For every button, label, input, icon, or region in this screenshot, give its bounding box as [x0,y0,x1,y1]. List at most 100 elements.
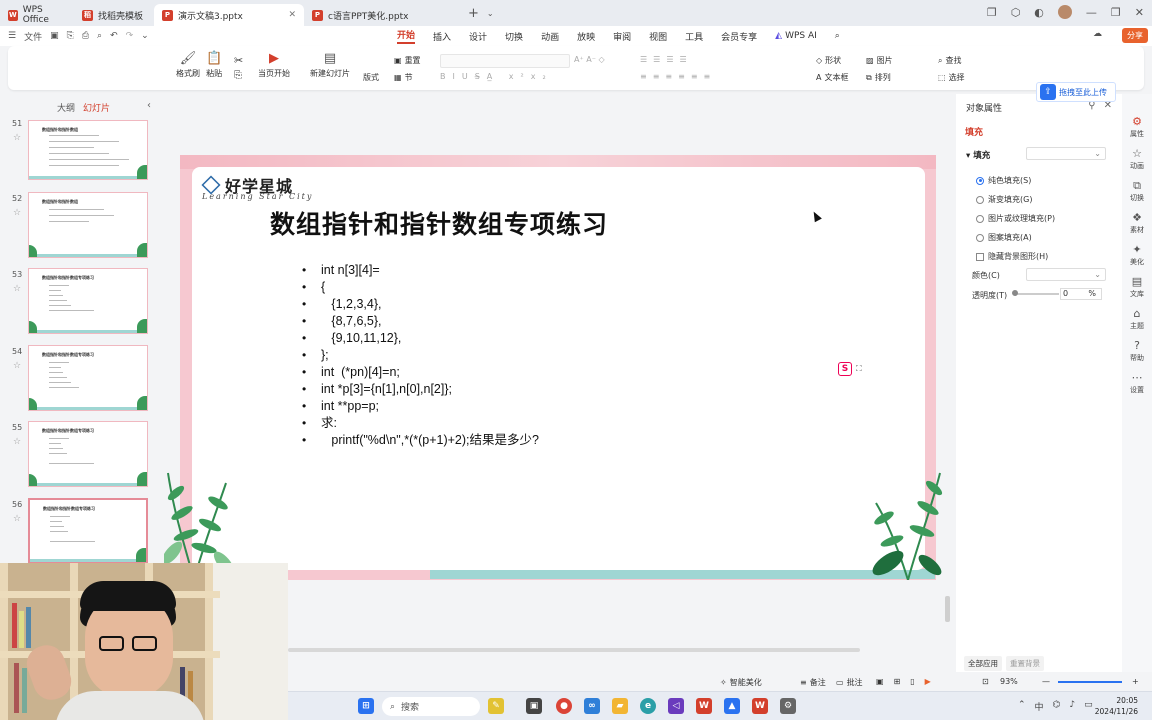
tab-outline[interactable]: 大纲 [57,101,75,114]
tab-fill[interactable]: 填充 [965,125,983,138]
edge-icon[interactable]: e [640,698,656,714]
view-mode-buttons[interactable]: ▣ ⊞ ▯ ▶ [876,677,931,686]
fill-type-dropdown[interactable]: ⌄ [1026,147,1106,160]
star-icon[interactable]: ☆ [13,208,21,218]
save-icon[interactable]: ▣ [50,31,59,41]
textbox-button[interactable]: A 文本框 [816,72,848,83]
arrange-button[interactable]: ⧉ 排列 [866,72,891,83]
star-icon[interactable]: ☆ [13,361,21,371]
shape-button[interactable]: ◇ 形状 [816,55,841,66]
zoom-level[interactable]: 93% [1000,677,1018,686]
drag-upload-button[interactable]: ⇪ 拖拽至此上传 [1036,82,1116,102]
menu-slideshow[interactable]: 放映 [577,30,595,43]
normal-view-icon[interactable]: ▣ [876,677,884,686]
reset-background-button[interactable]: 重置背景 [1006,656,1044,671]
color-dropdown[interactable]: ⌄ [1026,268,1106,281]
tab-wps-office[interactable]: W WPS Office [0,4,74,26]
close-window-icon[interactable]: ✕ [1135,6,1144,19]
cube-icon[interactable]: ⬡ [1011,6,1021,19]
start-from-current-button[interactable]: ▶ 当页开始 [258,52,290,79]
slide-title[interactable]: 数组指针和指针数组专项练习 [270,205,608,241]
menu-tools[interactable]: 工具 [685,30,703,43]
more-icon[interactable]: ⌄ [141,31,149,41]
tab-slides[interactable]: 幻灯片 [83,101,110,114]
section-button[interactable]: ▦ 节 [394,72,413,83]
taskview-icon[interactable]: ▣ [526,698,542,714]
reading-view-icon[interactable]: ▯ [910,677,914,686]
expand-icon[interactable]: ⛶ [856,364,862,374]
taskbar-search[interactable]: ⌕ 搜索 [382,697,480,716]
menu-wps-ai[interactable]: ◭ WPS AI [775,31,817,41]
tab-c-ppt[interactable]: P c语言PPT美化.pptx [304,4,454,26]
menu-review[interactable]: 审阅 [613,30,631,43]
settings-icon[interactable]: ⚙ [780,698,796,714]
sidebar-item-animation[interactable]: ☆ 动画 [1122,148,1152,171]
format-painter-button[interactable]: 🖌 格式刷 [176,52,200,79]
menu-transition[interactable]: 切换 [505,30,523,43]
star-icon[interactable]: ☆ [13,284,21,294]
option-picture-fill[interactable]: 图片或纹理填充(P) [976,213,1055,224]
picture-button[interactable]: ▨ 图片 [866,55,893,66]
search-icon[interactable]: ⌕ [835,31,840,41]
folder-icon[interactable]: ▰ [612,698,628,714]
cut-icon[interactable]: ✂ [234,54,243,67]
cloud-icon[interactable]: ☁ [1093,29,1102,39]
network-icon[interactable]: ⌬ [1053,700,1061,713]
battery-icon[interactable]: ▭ [1084,700,1093,713]
menu-insert[interactable]: 插入 [433,30,451,43]
zoom-out-icon[interactable]: — [1042,677,1050,686]
paste-button[interactable]: 📋 粘贴 [206,52,222,79]
transparency-input[interactable]: 0 % [1060,288,1102,300]
slide-bullet-list[interactable]: int n[3][4]= { {1,2,3,4}, {8,7,6,5}, {9,… [300,262,539,449]
wps-link-icon[interactable]: ∞ [584,698,600,714]
play-slideshow-icon[interactable]: ▶ [925,677,931,686]
apply-all-button[interactable]: 全部应用 [964,656,1002,671]
copy-icon[interactable]: ⎘ [234,70,242,81]
share-button[interactable]: 分享 [1122,28,1148,43]
wps-writer-icon[interactable]: W [752,698,768,714]
menu-animation[interactable]: 动画 [541,30,559,43]
reset-button[interactable]: ▣ 重置 [394,55,421,66]
tab-list-chevron-icon[interactable]: ⌄ [487,9,494,18]
visual-studio-icon[interactable]: ◁ [668,698,684,714]
redo-icon[interactable]: ↷ [126,31,134,41]
tray-expand-icon[interactable]: ⌃ [1018,700,1026,713]
skin-icon[interactable]: ◐ [1034,6,1044,19]
collapse-panel-icon[interactable]: ‹ [147,100,151,111]
print-icon[interactable]: ⎙ [82,31,89,41]
feishu-icon[interactable]: ▲ [724,698,740,714]
panel-title[interactable]: 对象属性 [966,101,1002,114]
maximize-icon[interactable]: ❐ [1111,6,1121,19]
sidebar-item-properties[interactable]: ⚙ 属性 [1122,116,1152,139]
zoom-slider[interactable] [1058,681,1122,683]
option-gradient-fill[interactable]: 渐变填充(G) [976,194,1032,205]
open-icon[interactable]: ⎘ [67,31,74,41]
windows-start-icon[interactable]: ⊞ [358,698,374,714]
avatar[interactable] [1057,5,1072,19]
option-pattern-fill[interactable]: 图案填充(A) [976,232,1032,243]
vertical-scrollbar[interactable] [945,596,950,622]
sidebar-item-assets[interactable]: ❖ 素材 [1122,212,1152,235]
comments-button[interactable]: ▭ 批注 [836,677,863,688]
menu-home[interactable]: 开始 [397,28,416,44]
slider-handle[interactable] [1012,290,1018,296]
zoom-in-icon[interactable]: + [1132,677,1139,686]
hide-background-checkbox[interactable]: 隐藏背景图形(H) [976,251,1048,262]
file-menu[interactable]: 文件 [24,30,42,43]
preview-icon[interactable]: ⌕ [97,31,102,41]
sidebar-item-theme[interactable]: ⌂ 主题 [1122,308,1152,331]
select-button[interactable]: ⬚ 选择 [938,72,965,83]
horizontal-scrollbar[interactable] [288,648,860,652]
close-tab-icon[interactable]: ✕ [288,10,296,20]
restore-icon[interactable]: ❐ [987,6,997,19]
transparency-slider[interactable] [1014,293,1059,295]
tab-templates[interactable]: 稻 找稻壳模板 [74,4,154,26]
chrome-icon[interactable]: ● [556,698,572,714]
ime-icon[interactable]: 中 [1035,700,1044,713]
star-icon[interactable]: ☆ [13,437,21,447]
sidebar-item-library[interactable]: ▤ 文库 [1122,276,1152,299]
minimize-icon[interactable]: — [1086,6,1097,19]
undo-icon[interactable]: ↶ [110,31,118,41]
menu-view[interactable]: 视图 [649,30,667,43]
tab-presentation3[interactable]: P 演示文稿3.pptx ✕ [154,4,304,26]
